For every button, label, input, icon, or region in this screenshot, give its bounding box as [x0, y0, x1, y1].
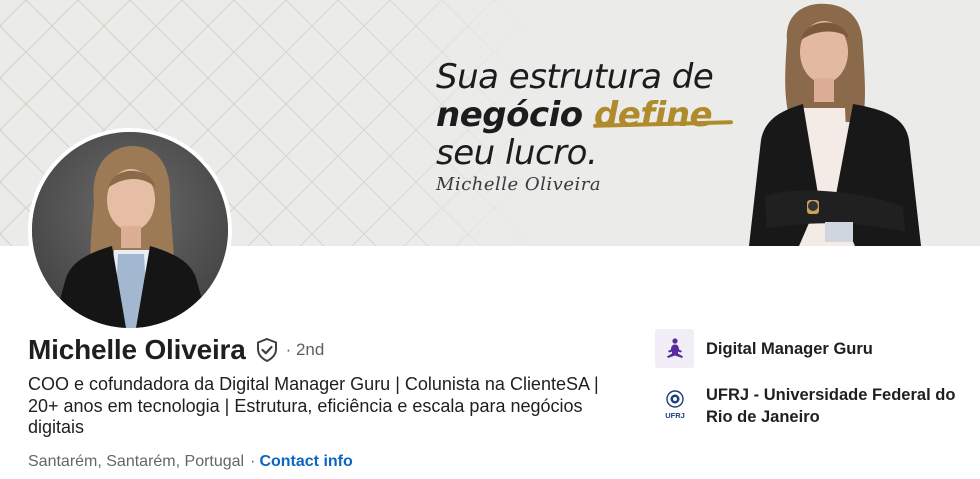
guru-meditation-icon — [655, 329, 694, 368]
profile-avatar[interactable] — [28, 128, 232, 332]
verified-shield-icon[interactable] — [254, 337, 280, 363]
banner-person-photo — [749, 3, 921, 246]
avatar-photo — [32, 132, 228, 328]
current-company[interactable]: Digital Manager Guru — [655, 329, 873, 368]
banner-signature: Michelle Oliveira — [436, 174, 602, 195]
banner-highlight-word: define — [593, 95, 713, 135]
ufrj-logo-text: UFRJ — [665, 411, 685, 420]
school-name: UFRJ - Universidade Federal do Rio de Ja… — [706, 386, 956, 426]
profile-headline: COO e cofundadora da Digital Manager Gur… — [28, 374, 599, 437]
profile-location: Santarém, Santarém, Portugal — [28, 453, 245, 470]
ufrj-logo-icon: UFRJ — [655, 384, 694, 423]
profile-name: Michelle Oliveira — [28, 334, 246, 365]
location-row: Santarém, Santarém, Portugal · Contact inf… — [28, 453, 353, 471]
banner-line-1: Sua estrutura de — [436, 57, 714, 97]
education-school[interactable]: UFRJ UFRJ - Universidade Federal do Rio … — [655, 384, 966, 428]
banner-line-3: seu lucro. — [436, 133, 598, 173]
company-name: Digital Manager Guru — [706, 340, 873, 358]
connection-degree: · 2nd — [285, 340, 325, 359]
contact-info-link[interactable]: Contact info — [259, 453, 352, 470]
name-row: Michelle Oliveira · 2nd — [28, 330, 324, 370]
banner-line-2a: negócio — [436, 95, 594, 135]
banner-slogan: Sua estrutura de negócio define seu lucr… — [436, 57, 714, 173]
location-separator: · — [250, 453, 256, 470]
banner-line-2: negócio define — [436, 96, 713, 134]
